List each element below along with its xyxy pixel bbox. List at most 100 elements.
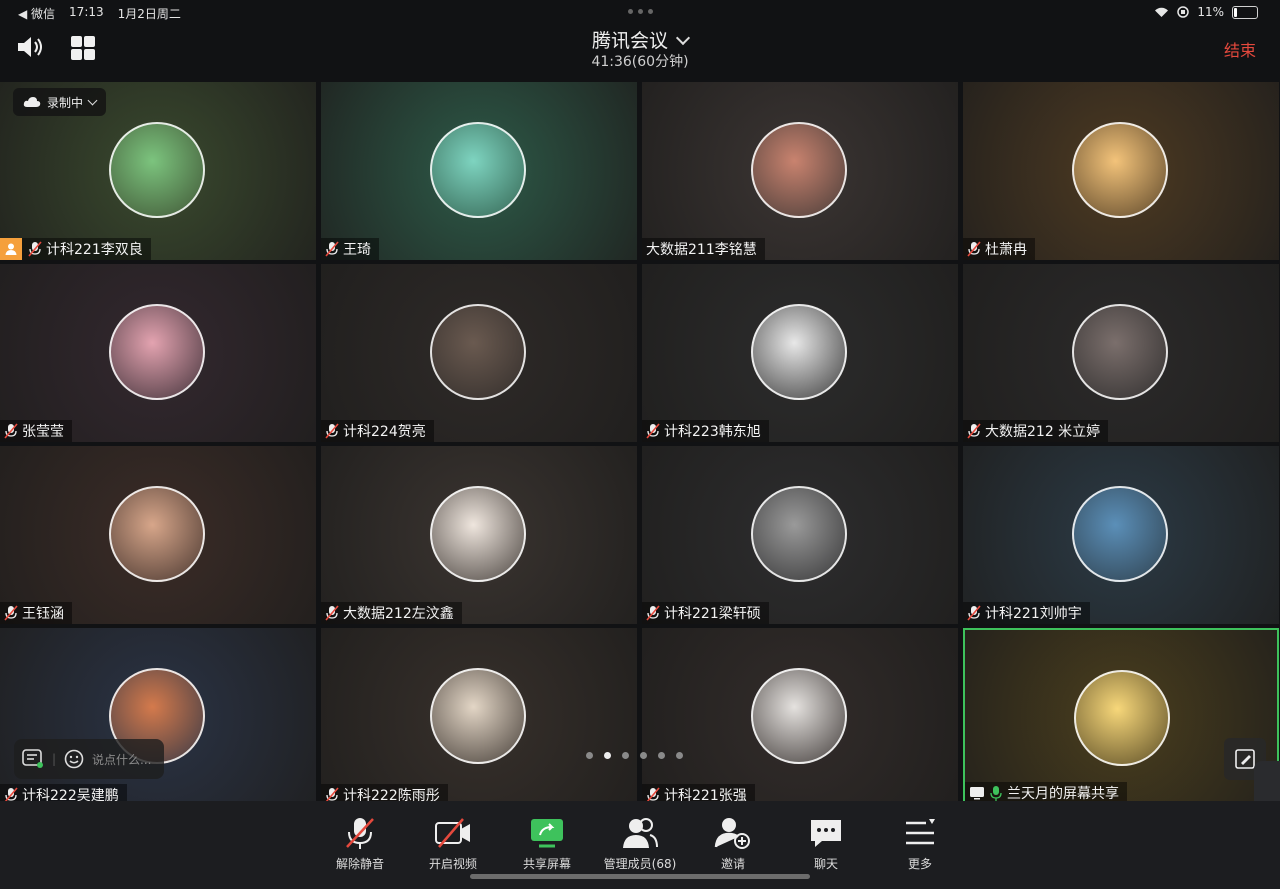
page-dot (658, 752, 665, 759)
multitask-dots[interactable] (628, 9, 653, 14)
participant-tile[interactable]: 大数据211李铭慧 (642, 82, 958, 260)
participant-tile[interactable]: 杜萧冉 (963, 82, 1279, 260)
participant-name: 大数据212 米立婷 (985, 424, 1101, 440)
avatar (430, 486, 526, 582)
participant-tile[interactable]: 计科223韩东旭 (642, 264, 958, 442)
avatar (430, 122, 526, 218)
participant-tile[interactable]: 计科221张强 (642, 628, 958, 806)
participant-label: 计科221梁轩硕 (642, 602, 769, 624)
mic-muted-icon (646, 423, 660, 439)
avatar (109, 304, 205, 400)
back-to-app[interactable]: ◀ 微信 (18, 5, 55, 22)
page-dot (622, 752, 629, 759)
invite-icon (714, 818, 750, 849)
participant-label: 张莹莹 (0, 420, 72, 442)
participant-name: 兰天月的屏幕共享 (1007, 786, 1119, 802)
avatar (1074, 670, 1170, 766)
meeting-title[interactable]: 腾讯会议 (0, 26, 1280, 53)
avatar (430, 304, 526, 400)
avatar (109, 122, 205, 218)
mic-muted-icon (346, 818, 374, 849)
participant-tile[interactable]: 计科222吴建鹏 (0, 628, 316, 806)
battery-icon (1232, 5, 1258, 19)
mic-muted-icon (325, 423, 339, 439)
participant-tile[interactable]: 计科224贺亮 (321, 264, 637, 442)
share-screen-label: 共享屏幕 (522, 857, 571, 871)
participant-name: 大数据211李铭慧 (646, 242, 757, 258)
participant-label: 大数据211李铭慧 (642, 238, 765, 260)
participant-label: 杜萧冉 (963, 238, 1035, 260)
manage-members-label: 管理成员(68) (603, 857, 677, 871)
battery-percent: 11% (1197, 5, 1224, 19)
page-dot (676, 752, 683, 759)
more-button[interactable]: 更多 (875, 815, 965, 872)
avatar (1072, 486, 1168, 582)
meeting-title-text: 腾讯会议 (591, 30, 668, 52)
screen-share-icon (970, 787, 984, 800)
participant-tile[interactable]: 计科222陈雨彤 (321, 628, 637, 806)
participant-label: 大数据212 米立婷 (963, 420, 1109, 442)
status-time: 17:13 (69, 5, 104, 19)
chat-label: 聊天 (813, 857, 838, 871)
share-screen-icon (531, 819, 563, 848)
avatar (1072, 304, 1168, 400)
status-date: 1月2日周二 (117, 7, 181, 21)
participant-tile[interactable]: 王琦 (321, 82, 637, 260)
participant-tile[interactable]: 计科221梁轩硕 (642, 446, 958, 624)
orientation-lock-icon (1177, 6, 1190, 18)
meeting-elapsed: 41:36(60分钟) (591, 54, 689, 70)
manage-members-button[interactable]: 管理成员(68) (595, 815, 685, 872)
chat-icon (811, 820, 841, 847)
start-video-label: 开启视频 (428, 857, 477, 871)
mic-muted-icon (967, 241, 981, 257)
chevron-down-icon (87, 95, 98, 105)
mic-muted-icon (325, 605, 339, 621)
chat-placeholder[interactable]: 说点什么... (92, 751, 151, 768)
participant-tile[interactable]: 大数据212左汶鑫 (321, 446, 637, 624)
participant-name: 张莹莹 (22, 424, 64, 440)
avatar (430, 668, 526, 764)
participant-label: 计科221李双良 (0, 238, 151, 260)
avatar (1072, 122, 1168, 218)
share-screen-button[interactable]: 共享屏幕 (502, 815, 592, 872)
unmute-label: 解除静音 (335, 857, 384, 871)
page-indicator[interactable] (586, 752, 683, 759)
participant-name: 王钰涵 (22, 606, 64, 622)
participant-label: 计科224贺亮 (321, 420, 434, 442)
emoji-icon[interactable] (64, 749, 84, 769)
participant-label: 计科223韩东旭 (642, 420, 769, 442)
avatar (751, 122, 847, 218)
mic-muted-icon (967, 423, 981, 439)
mic-muted-icon (4, 423, 18, 439)
start-video-button[interactable]: 开启视频 (408, 815, 498, 872)
page-dot-active (604, 752, 611, 759)
mic-muted-icon (646, 605, 660, 621)
page-dot (640, 752, 647, 759)
invite-button[interactable]: 邀请 (688, 815, 778, 872)
chat-button[interactable]: 聊天 (781, 815, 871, 872)
avatar (751, 668, 847, 764)
members-icon (623, 818, 658, 848)
avatar (751, 304, 847, 400)
participant-tile[interactable]: 计科221刘帅宇 (963, 446, 1279, 624)
recording-label: 录制中 (47, 95, 84, 110)
participant-label: 计科221刘帅宇 (963, 602, 1090, 624)
mic-muted-icon (28, 241, 42, 257)
end-meeting-button[interactable]: 结束 (1224, 37, 1256, 61)
unmute-button[interactable]: 解除静音 (315, 815, 405, 872)
meeting-header: 腾讯会议 41:36(60分钟) 结束 (0, 26, 1280, 76)
participant-tile[interactable]: 王钰涵 (0, 446, 316, 624)
participant-tile[interactable]: 大数据212 米立婷 (963, 264, 1279, 442)
quick-chat-bar[interactable]: | 说点什么... (14, 739, 164, 779)
recording-indicator[interactable]: 录制中 (13, 88, 107, 116)
mic-muted-icon (967, 605, 981, 621)
participant-tile[interactable]: 张莹莹 (0, 264, 316, 442)
mic-muted-icon (4, 605, 18, 621)
participant-label: 大数据212左汶鑫 (321, 602, 462, 624)
chat-bubble-icon[interactable] (22, 749, 44, 769)
home-indicator[interactable] (470, 874, 810, 879)
participant-label: 王琦 (321, 238, 379, 260)
invite-label: 邀请 (720, 857, 745, 871)
participant-name: 计科223韩东旭 (664, 424, 761, 440)
page-dot (586, 752, 593, 759)
